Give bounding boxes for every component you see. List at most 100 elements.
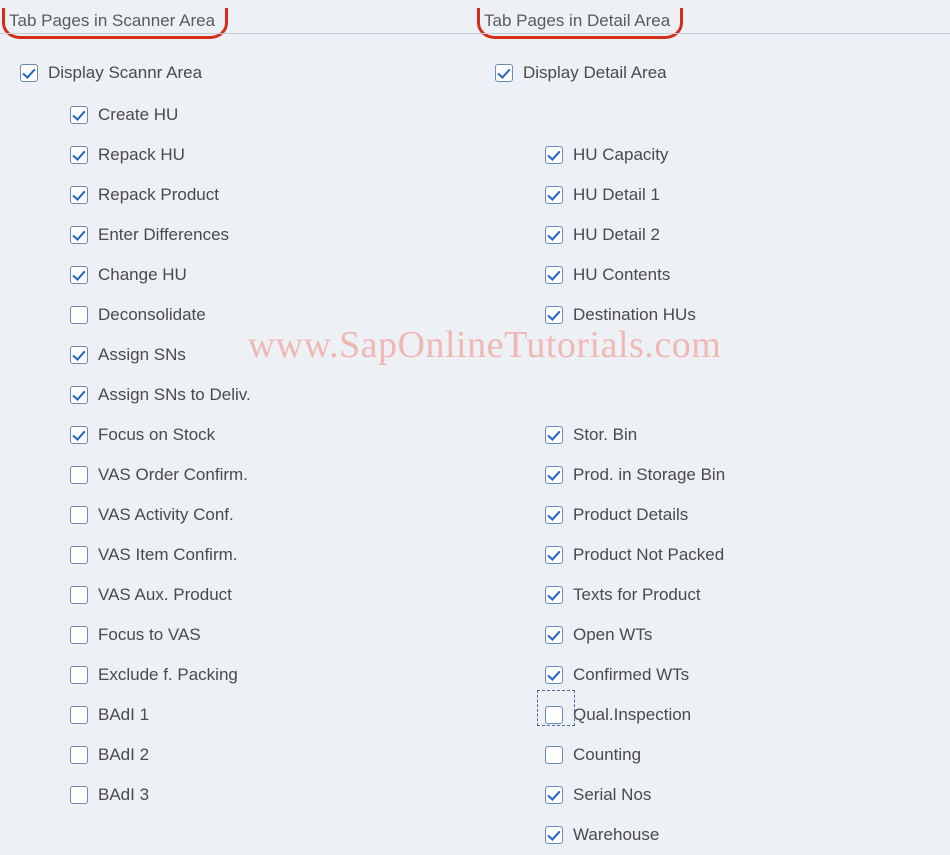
- option-checkbox[interactable]: [70, 226, 88, 244]
- option-label: Create HU: [98, 105, 178, 125]
- option-checkbox[interactable]: [545, 826, 563, 844]
- option-checkbox[interactable]: [545, 506, 563, 524]
- option-checkbox[interactable]: [70, 426, 88, 444]
- option-checkbox[interactable]: [545, 226, 563, 244]
- option-checkbox[interactable]: [70, 186, 88, 204]
- option-checkbox[interactable]: [545, 546, 563, 564]
- option-row: Product Details: [545, 495, 950, 535]
- option-label: Assign SNs: [98, 345, 186, 365]
- option-label: Serial Nos: [573, 785, 651, 805]
- option-checkbox[interactable]: [545, 426, 563, 444]
- option-row: VAS Order Confirm.: [70, 455, 475, 495]
- option-row: Destination HUs: [545, 295, 950, 335]
- option-checkbox[interactable]: [70, 266, 88, 284]
- option-label: Focus to VAS: [98, 625, 201, 645]
- option-label: VAS Activity Conf.: [98, 505, 234, 525]
- option-label: Change HU: [98, 265, 187, 285]
- option-label: Prod. in Storage Bin: [573, 465, 725, 485]
- option-checkbox[interactable]: [545, 626, 563, 644]
- option-label: Repack HU: [98, 145, 185, 165]
- option-label: Exclude f. Packing: [98, 665, 238, 685]
- option-checkbox[interactable]: [70, 466, 88, 484]
- option-checkbox[interactable]: [545, 146, 563, 164]
- option-checkbox[interactable]: [70, 706, 88, 724]
- spacer: [545, 335, 950, 415]
- detail-area-column: Tab Pages in Detail Area Display Detail …: [475, 0, 950, 855]
- option-checkbox[interactable]: [70, 506, 88, 524]
- option-checkbox[interactable]: [70, 546, 88, 564]
- option-row: Confirmed WTs: [545, 655, 950, 695]
- option-checkbox[interactable]: [70, 106, 88, 124]
- option-checkbox[interactable]: [545, 466, 563, 484]
- option-checkbox[interactable]: [545, 666, 563, 684]
- option-checkbox[interactable]: [545, 266, 563, 284]
- option-label: Warehouse: [573, 825, 659, 845]
- option-checkbox[interactable]: [70, 346, 88, 364]
- option-row: HU Detail 2: [545, 215, 950, 255]
- scanner-area-header: Tab Pages in Scanner Area: [2, 8, 228, 39]
- option-label: HU Capacity: [573, 145, 668, 165]
- option-row: Assign SNs: [70, 335, 475, 375]
- option-checkbox[interactable]: [70, 586, 88, 604]
- option-label: Texts for Product: [573, 585, 701, 605]
- option-checkbox[interactable]: [70, 666, 88, 684]
- option-label: VAS Item Confirm.: [98, 545, 238, 565]
- option-label: HU Detail 2: [573, 225, 660, 245]
- option-label: Qual.Inspection: [573, 705, 691, 725]
- option-row: Exclude f. Packing: [70, 655, 475, 695]
- option-checkbox[interactable]: [70, 626, 88, 644]
- option-label: Assign SNs to Deliv.: [98, 385, 251, 405]
- option-row: Change HU: [70, 255, 475, 295]
- option-row: Enter Differences: [70, 215, 475, 255]
- option-row: Warehouse: [545, 815, 950, 855]
- option-label: Product Not Packed: [573, 545, 724, 565]
- option-checkbox[interactable]: [70, 146, 88, 164]
- option-row: Prod. in Storage Bin: [545, 455, 950, 495]
- option-row: Product Not Packed: [545, 535, 950, 575]
- display-scanner-area-label: Display Scannr Area: [48, 63, 202, 83]
- option-label: Deconsolidate: [98, 305, 206, 325]
- option-checkbox[interactable]: [545, 306, 563, 324]
- option-row: BAdI 3: [70, 775, 475, 815]
- option-row: HU Capacity: [545, 135, 950, 175]
- option-label: BAdI 2: [98, 745, 149, 765]
- option-row: Open WTs: [545, 615, 950, 655]
- option-row: HU Contents: [545, 255, 950, 295]
- option-row: Serial Nos: [545, 775, 950, 815]
- option-checkbox[interactable]: [545, 186, 563, 204]
- option-checkbox[interactable]: [545, 706, 563, 724]
- option-row: Focus on Stock: [70, 415, 475, 455]
- display-scanner-area-checkbox[interactable]: [20, 64, 38, 82]
- option-checkbox[interactable]: [545, 786, 563, 804]
- option-row: Qual.Inspection: [545, 695, 950, 735]
- option-label: Open WTs: [573, 625, 652, 645]
- divider-line: [0, 33, 950, 34]
- option-checkbox[interactable]: [70, 746, 88, 764]
- option-row: Stor. Bin: [545, 415, 950, 455]
- option-row: Repack Product: [70, 175, 475, 215]
- option-row: VAS Item Confirm.: [70, 535, 475, 575]
- option-checkbox[interactable]: [70, 386, 88, 404]
- option-checkbox[interactable]: [70, 786, 88, 804]
- scanner-area-column: Tab Pages in Scanner Area Display Scannr…: [0, 0, 475, 855]
- option-row: Create HU: [70, 95, 475, 135]
- option-row: Repack HU: [70, 135, 475, 175]
- option-label: BAdI 1: [98, 705, 149, 725]
- option-row: HU Detail 1: [545, 175, 950, 215]
- option-label: VAS Order Confirm.: [98, 465, 248, 485]
- display-detail-area-label: Display Detail Area: [523, 63, 667, 83]
- option-row: Deconsolidate: [70, 295, 475, 335]
- option-checkbox[interactable]: [545, 746, 563, 764]
- option-row: Focus to VAS: [70, 615, 475, 655]
- option-label: Product Details: [573, 505, 688, 525]
- option-label: Focus on Stock: [98, 425, 215, 445]
- option-label: Counting: [573, 745, 641, 765]
- option-label: VAS Aux. Product: [98, 585, 232, 605]
- option-checkbox[interactable]: [70, 306, 88, 324]
- display-detail-area-row: Display Detail Area: [495, 53, 950, 93]
- display-detail-area-checkbox[interactable]: [495, 64, 513, 82]
- option-row: VAS Activity Conf.: [70, 495, 475, 535]
- option-checkbox[interactable]: [545, 586, 563, 604]
- option-row: Assign SNs to Deliv.: [70, 375, 475, 415]
- option-label: Confirmed WTs: [573, 665, 689, 685]
